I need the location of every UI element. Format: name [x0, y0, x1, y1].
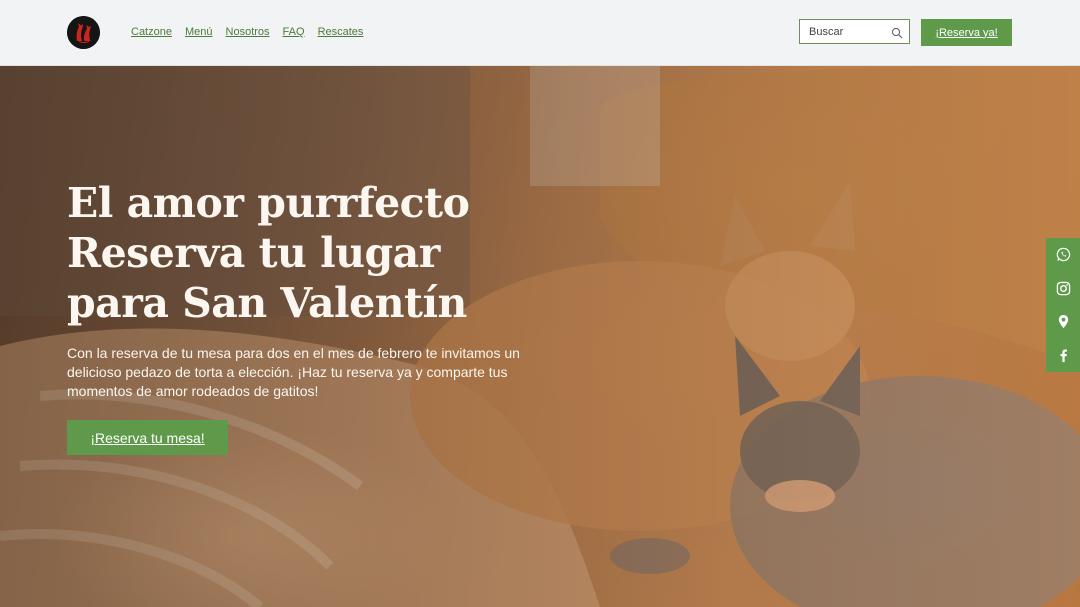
reserve-table-button[interactable]: ¡Reserva tu mesa!	[67, 420, 228, 455]
instagram-icon[interactable]	[1046, 272, 1080, 306]
whatsapp-icon[interactable]	[1046, 238, 1080, 272]
search-box	[799, 19, 910, 44]
nav-link-menu[interactable]: Menú	[185, 26, 213, 38]
nav-link-nosotros[interactable]: Nosotros	[226, 26, 270, 38]
social-sidebar	[1046, 238, 1080, 372]
hero-title: El amor purrfecto Reserva tu lugar para …	[67, 178, 587, 328]
search-icon[interactable]	[891, 26, 903, 39]
hero-title-line: para San Valentín	[67, 279, 467, 327]
nav-link-rescates[interactable]: Rescates	[318, 26, 364, 38]
reserve-now-button[interactable]: ¡Reserva ya!	[921, 19, 1012, 46]
nav-link-catzone[interactable]: Catzone	[131, 26, 172, 38]
hero-title-line: Reserva tu lugar	[67, 229, 440, 277]
facebook-icon[interactable]	[1046, 339, 1080, 373]
main-nav: Catzone Menú Nosotros FAQ Rescates	[131, 26, 363, 38]
hero-overlay	[0, 66, 1080, 607]
search-input[interactable]	[800, 20, 889, 43]
nav-link-faq[interactable]: FAQ	[283, 26, 305, 38]
location-pin-icon[interactable]	[1046, 305, 1080, 339]
cats-logo-icon[interactable]	[67, 16, 100, 49]
hero-description: Con la reserva de tu mesa para dos en el…	[67, 345, 520, 399]
hero-section: El amor purrfecto Reserva tu lugar para …	[0, 66, 1080, 607]
site-header: Catzone Menú Nosotros FAQ Rescates ¡Rese…	[0, 0, 1080, 66]
hero-title-line: El amor purrfecto	[67, 179, 470, 227]
